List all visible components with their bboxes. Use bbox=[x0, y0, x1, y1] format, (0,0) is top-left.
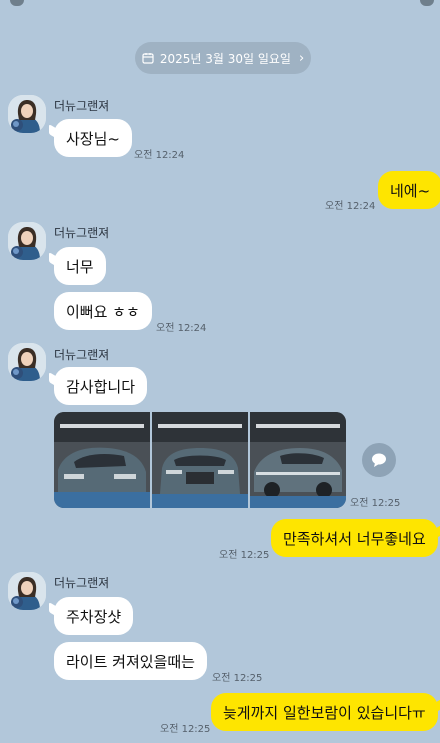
message-bubble-outgoing[interactable]: 네에~ bbox=[378, 171, 440, 209]
chevron-right-icon: › bbox=[298, 50, 305, 66]
message-bubble-incoming[interactable]: 주차장샷 bbox=[54, 597, 134, 635]
message-text: 네에~ bbox=[390, 181, 431, 200]
message-bubble-incoming[interactable]: 라이트 켜져있을때는 bbox=[54, 642, 207, 680]
share-button[interactable] bbox=[362, 443, 396, 477]
message-time: 오전 12:25 bbox=[219, 550, 270, 561]
message-time: 오전 12:24 bbox=[134, 150, 185, 161]
message-bubble-incoming[interactable]: 이뻐요 ㅎㅎ bbox=[54, 292, 152, 330]
top-edge-fragment bbox=[0, 0, 440, 8]
sender-name: 더뉴그랜져 bbox=[54, 99, 110, 113]
message-text: 사장님~ bbox=[66, 129, 120, 148]
car-photo[interactable] bbox=[250, 412, 346, 508]
message-text: 너무 bbox=[66, 257, 94, 276]
sender-avatar[interactable] bbox=[8, 222, 46, 260]
date-label: 2025년 3월 30일 일요일 bbox=[159, 51, 291, 66]
sender-name: 더뉴그랜져 bbox=[54, 348, 110, 362]
message-text: 라이트 켜져있을때는 bbox=[66, 652, 195, 671]
sender-avatar[interactable] bbox=[8, 95, 46, 133]
message-time: 오전 12:24 bbox=[156, 323, 207, 334]
message-text: 늦게까지 일한보람이 있습니다ㅠ bbox=[223, 703, 426, 722]
message-text: 만족하셔서 너무좋네요 bbox=[283, 529, 426, 548]
message-time: 오전 12:25 bbox=[350, 498, 401, 509]
message-bubble-incoming[interactable]: 너무 bbox=[54, 247, 106, 285]
sender-name: 더뉴그랜져 bbox=[54, 226, 110, 240]
calendar-icon bbox=[142, 53, 154, 64]
avatar-illustration bbox=[8, 572, 46, 610]
message-time: 오전 12:25 bbox=[160, 724, 211, 735]
sender-avatar[interactable] bbox=[8, 343, 46, 381]
message-time: 오전 12:25 bbox=[212, 673, 263, 684]
message-text: 이뻐요 ㅎㅎ bbox=[66, 302, 140, 321]
message-time: 오전 12:24 bbox=[325, 201, 376, 212]
share-bubble-icon bbox=[372, 453, 386, 467]
message-text: 주차장샷 bbox=[66, 607, 122, 626]
message-text: 감사합니다 bbox=[66, 377, 136, 396]
sender-name: 더뉴그랜져 bbox=[54, 576, 110, 590]
message-bubble-outgoing[interactable]: 만족하셔서 너무좋네요 bbox=[271, 519, 438, 557]
avatar-illustration bbox=[8, 343, 46, 381]
message-bubble-incoming[interactable]: 감사합니다 bbox=[54, 367, 148, 405]
message-bubble-incoming[interactable]: 사장님~ bbox=[54, 119, 132, 157]
message-bubble-outgoing[interactable]: 늦게까지 일한보람이 있습니다ㅠ bbox=[211, 693, 438, 731]
sender-avatar[interactable] bbox=[8, 572, 46, 610]
car-photo[interactable] bbox=[152, 412, 248, 508]
date-divider-button[interactable]: 2025년 3월 30일 일요일 › bbox=[135, 42, 311, 74]
avatar-illustration bbox=[8, 95, 46, 133]
photo-group[interactable] bbox=[54, 412, 346, 508]
avatar-illustration bbox=[8, 222, 46, 260]
car-photo[interactable] bbox=[54, 412, 150, 508]
